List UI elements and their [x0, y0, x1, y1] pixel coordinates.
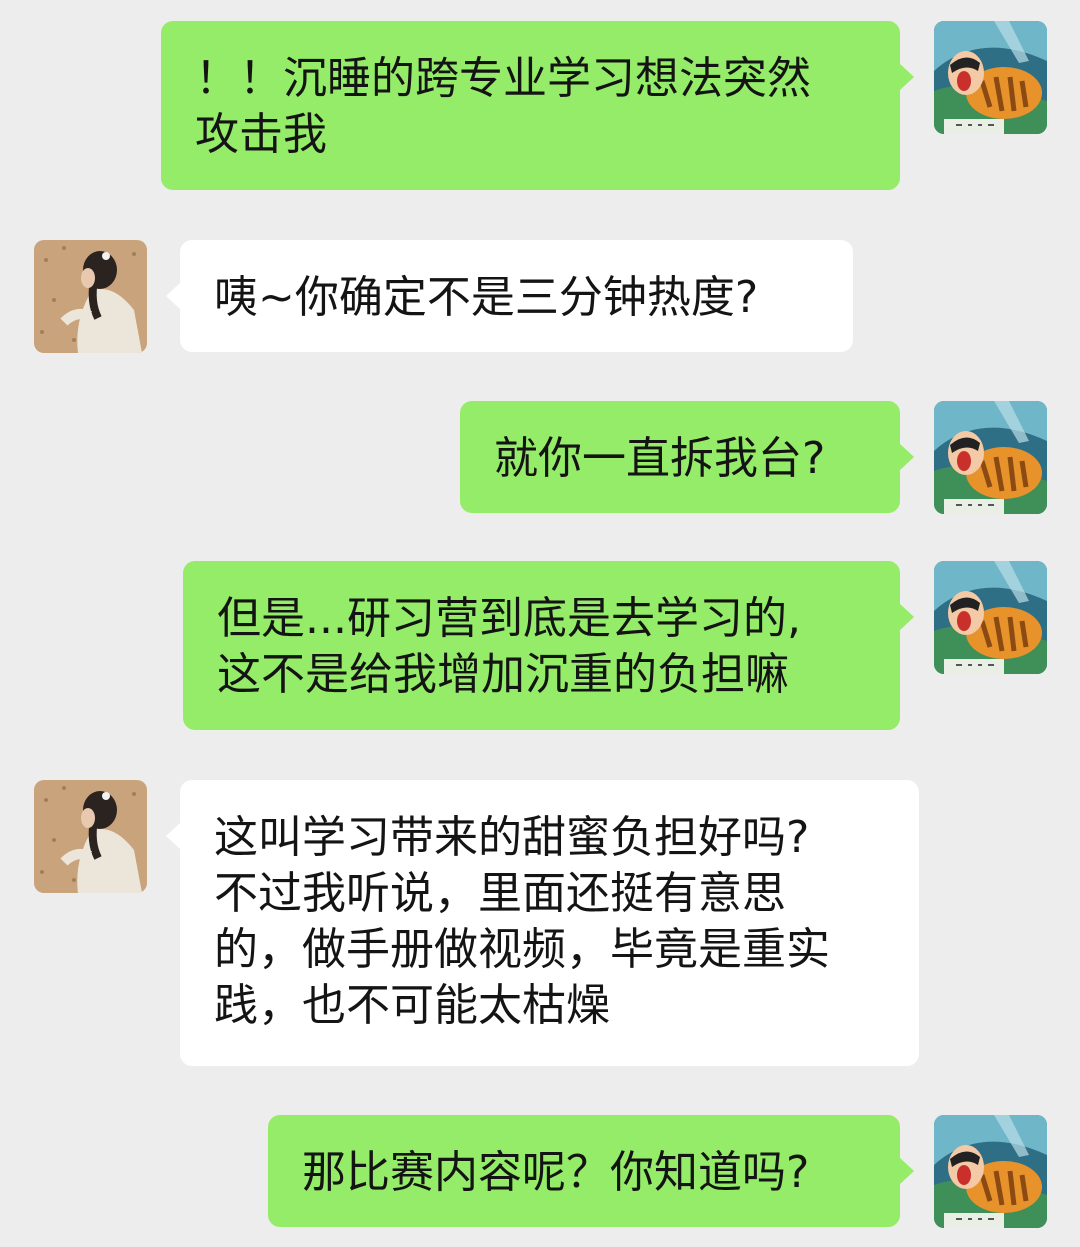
message-bubble-sent[interactable]: 就你一直拆我台?: [460, 401, 914, 513]
friend-avatar[interactable]: [34, 240, 147, 353]
message-bubble-received[interactable]: 这叫学习带来的甜蜜负担好吗? 不过我听说，里面还挺有意思 的，做手册做视频，毕竟…: [166, 780, 919, 1066]
my-avatar[interactable]: [934, 1115, 1047, 1228]
cartoon-cat-avatar-icon: [934, 561, 1047, 674]
chat-message-list: ！！沉睡的跨专业学习想法突然 攻击我 咦~你确定不是三分钟热度? 就你一直拆我台…: [0, 0, 1080, 1247]
girl-on-sand-avatar-icon: [34, 780, 147, 893]
my-avatar[interactable]: [934, 561, 1047, 674]
message-bubble-sent[interactable]: ！！沉睡的跨专业学习想法突然 攻击我: [161, 21, 914, 190]
message-bubble-sent[interactable]: 但是...研习营到底是去学习的, 这不是给我增加沉重的负担嘛: [183, 561, 914, 730]
message-bubble-sent[interactable]: 那比赛内容呢？你知道吗?: [268, 1115, 914, 1227]
message-bubble-received[interactable]: 咦~你确定不是三分钟热度?: [166, 240, 853, 352]
my-avatar[interactable]: [934, 401, 1047, 514]
my-avatar[interactable]: [934, 21, 1047, 134]
girl-on-sand-avatar-icon: [34, 240, 147, 353]
friend-avatar[interactable]: [34, 780, 147, 893]
cartoon-cat-avatar-icon: [934, 1115, 1047, 1228]
cartoon-cat-avatar-icon: [934, 21, 1047, 134]
cartoon-cat-avatar-icon: [934, 401, 1047, 514]
